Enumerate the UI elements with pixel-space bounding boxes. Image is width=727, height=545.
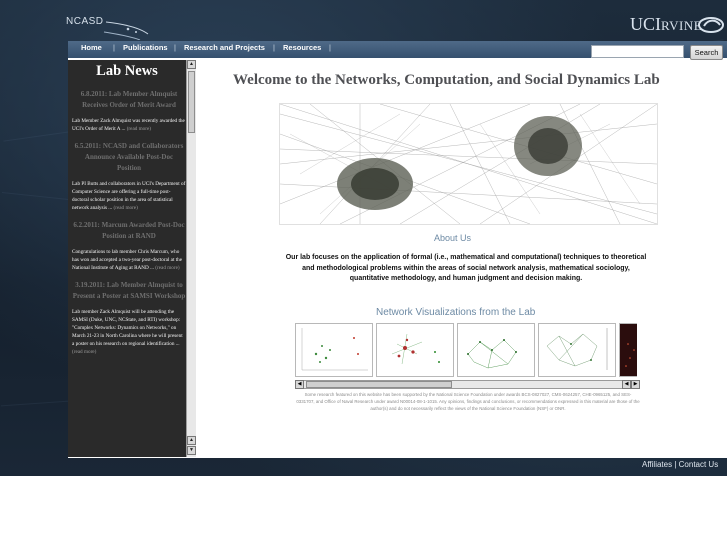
visualization-gallery bbox=[295, 323, 637, 377]
uc-irvine-logo[interactable]: UCIRVINE bbox=[630, 14, 724, 35]
news-headline[interactable]: 6.8.2011: Lab Member Almquist Receives O… bbox=[72, 89, 186, 111]
news-summary-text: Lab member Zack Almquist will be attendi… bbox=[72, 309, 183, 347]
scrollbar-thumb[interactable] bbox=[306, 381, 452, 388]
nav-home[interactable]: Home bbox=[81, 43, 102, 52]
anteater-icon bbox=[698, 17, 724, 33]
contact-us-link[interactable]: Contact Us bbox=[679, 460, 719, 469]
news-headline[interactable]: 6.2.2011: Marcum Awarded Post-Doc Positi… bbox=[72, 220, 186, 242]
scroll-left-arrow-icon[interactable]: ◀ bbox=[295, 380, 304, 389]
funding-footnote: Some research featured on this website h… bbox=[296, 392, 640, 411]
news-summary: Lab member Zack Almquist will be attendi… bbox=[72, 308, 186, 356]
visualization-thumbnail[interactable] bbox=[376, 323, 454, 377]
scroll-up-arrow-icon[interactable]: ▲ bbox=[187, 60, 196, 69]
news-headline[interactable]: 6.5.2011: NCASD and Collaborators Announ… bbox=[72, 141, 186, 174]
news-summary: Lab PI Butts and collaborators in UCI's … bbox=[72, 180, 186, 212]
sidebar-scrollbar[interactable]: ▲ ▲ ▼ bbox=[186, 60, 196, 457]
visualization-thumbnail[interactable] bbox=[457, 323, 535, 377]
network-visualizations-heading: Network Visualizations from the Lab bbox=[376, 307, 536, 318]
network-hero-image bbox=[279, 103, 658, 225]
page-title: Welcome to the Networks, Computation, an… bbox=[233, 72, 660, 88]
page-container: Home | Publications | Research and Proje… bbox=[68, 41, 727, 458]
network-plot-image bbox=[546, 328, 608, 370]
uc-irvine-logo-main: UCI bbox=[630, 14, 661, 34]
scroll-right-arrow-icon[interactable]: ▶ bbox=[631, 380, 640, 389]
affiliates-link[interactable]: Affiliates bbox=[642, 460, 672, 469]
read-more-link[interactable]: (read more) bbox=[127, 126, 151, 132]
scrollbar-thumb[interactable] bbox=[188, 71, 195, 133]
read-more-link[interactable]: (read more) bbox=[155, 265, 179, 271]
visualization-thumbnail[interactable] bbox=[619, 323, 637, 377]
network-plot-image bbox=[301, 328, 368, 371]
nav-resources[interactable]: Resources bbox=[283, 43, 321, 52]
read-more-link[interactable]: (read more) bbox=[114, 205, 138, 211]
about-us-heading: About Us bbox=[434, 233, 472, 243]
read-more-link[interactable]: (read more) bbox=[72, 349, 96, 355]
network-plot-image bbox=[625, 343, 635, 367]
about-us-text: Our lab focuses on the application of fo… bbox=[285, 254, 647, 282]
gallery-scrollbar[interactable]: ◀ ◀ ▶ bbox=[295, 380, 640, 389]
nav-separator: | bbox=[273, 43, 275, 52]
network-plot-image bbox=[467, 339, 517, 369]
nav-separator: | bbox=[329, 43, 331, 52]
footer-links: Affiliates | Contact Us bbox=[642, 460, 718, 469]
nav-research-and-projects[interactable]: Research and Projects bbox=[184, 43, 265, 52]
scroll-left-arrow-icon[interactable]: ◀ bbox=[622, 380, 631, 389]
network-plot-image bbox=[391, 333, 440, 365]
nav-separator: | bbox=[113, 43, 115, 52]
news-headline[interactable]: 3.19.2011: Lab Member Almquist to Presen… bbox=[72, 280, 186, 302]
search-input[interactable] bbox=[591, 45, 684, 58]
ncasd-swoosh-icon bbox=[103, 21, 149, 40]
visualization-thumbnail[interactable] bbox=[295, 323, 373, 377]
scroll-down-arrow-icon[interactable]: ▼ bbox=[187, 446, 196, 455]
news-summary: Congratulations to lab member Chris Marc… bbox=[72, 248, 186, 272]
footer-separator: | bbox=[674, 460, 677, 469]
lab-news-sidebar: Lab News 6.8.2011: Lab Member Almquist R… bbox=[68, 60, 196, 457]
ncasd-logo[interactable]: NCASD bbox=[66, 12, 156, 40]
uc-irvine-logo-secondary: RVINE bbox=[661, 18, 703, 33]
lab-news-title: Lab News bbox=[96, 63, 158, 79]
nav-publications[interactable]: Publications bbox=[123, 43, 168, 52]
scroll-up-arrow-icon[interactable]: ▲ bbox=[187, 436, 196, 445]
visualization-thumbnail[interactable] bbox=[538, 323, 616, 377]
news-summary: Lab Member Zack Almquist was recently aw… bbox=[72, 117, 186, 133]
lab-news-list: 6.8.2011: Lab Member Almquist Receives O… bbox=[72, 89, 186, 364]
nav-separator: | bbox=[174, 43, 176, 52]
network-graph-image bbox=[280, 104, 657, 224]
search-button[interactable]: Search bbox=[690, 45, 723, 60]
